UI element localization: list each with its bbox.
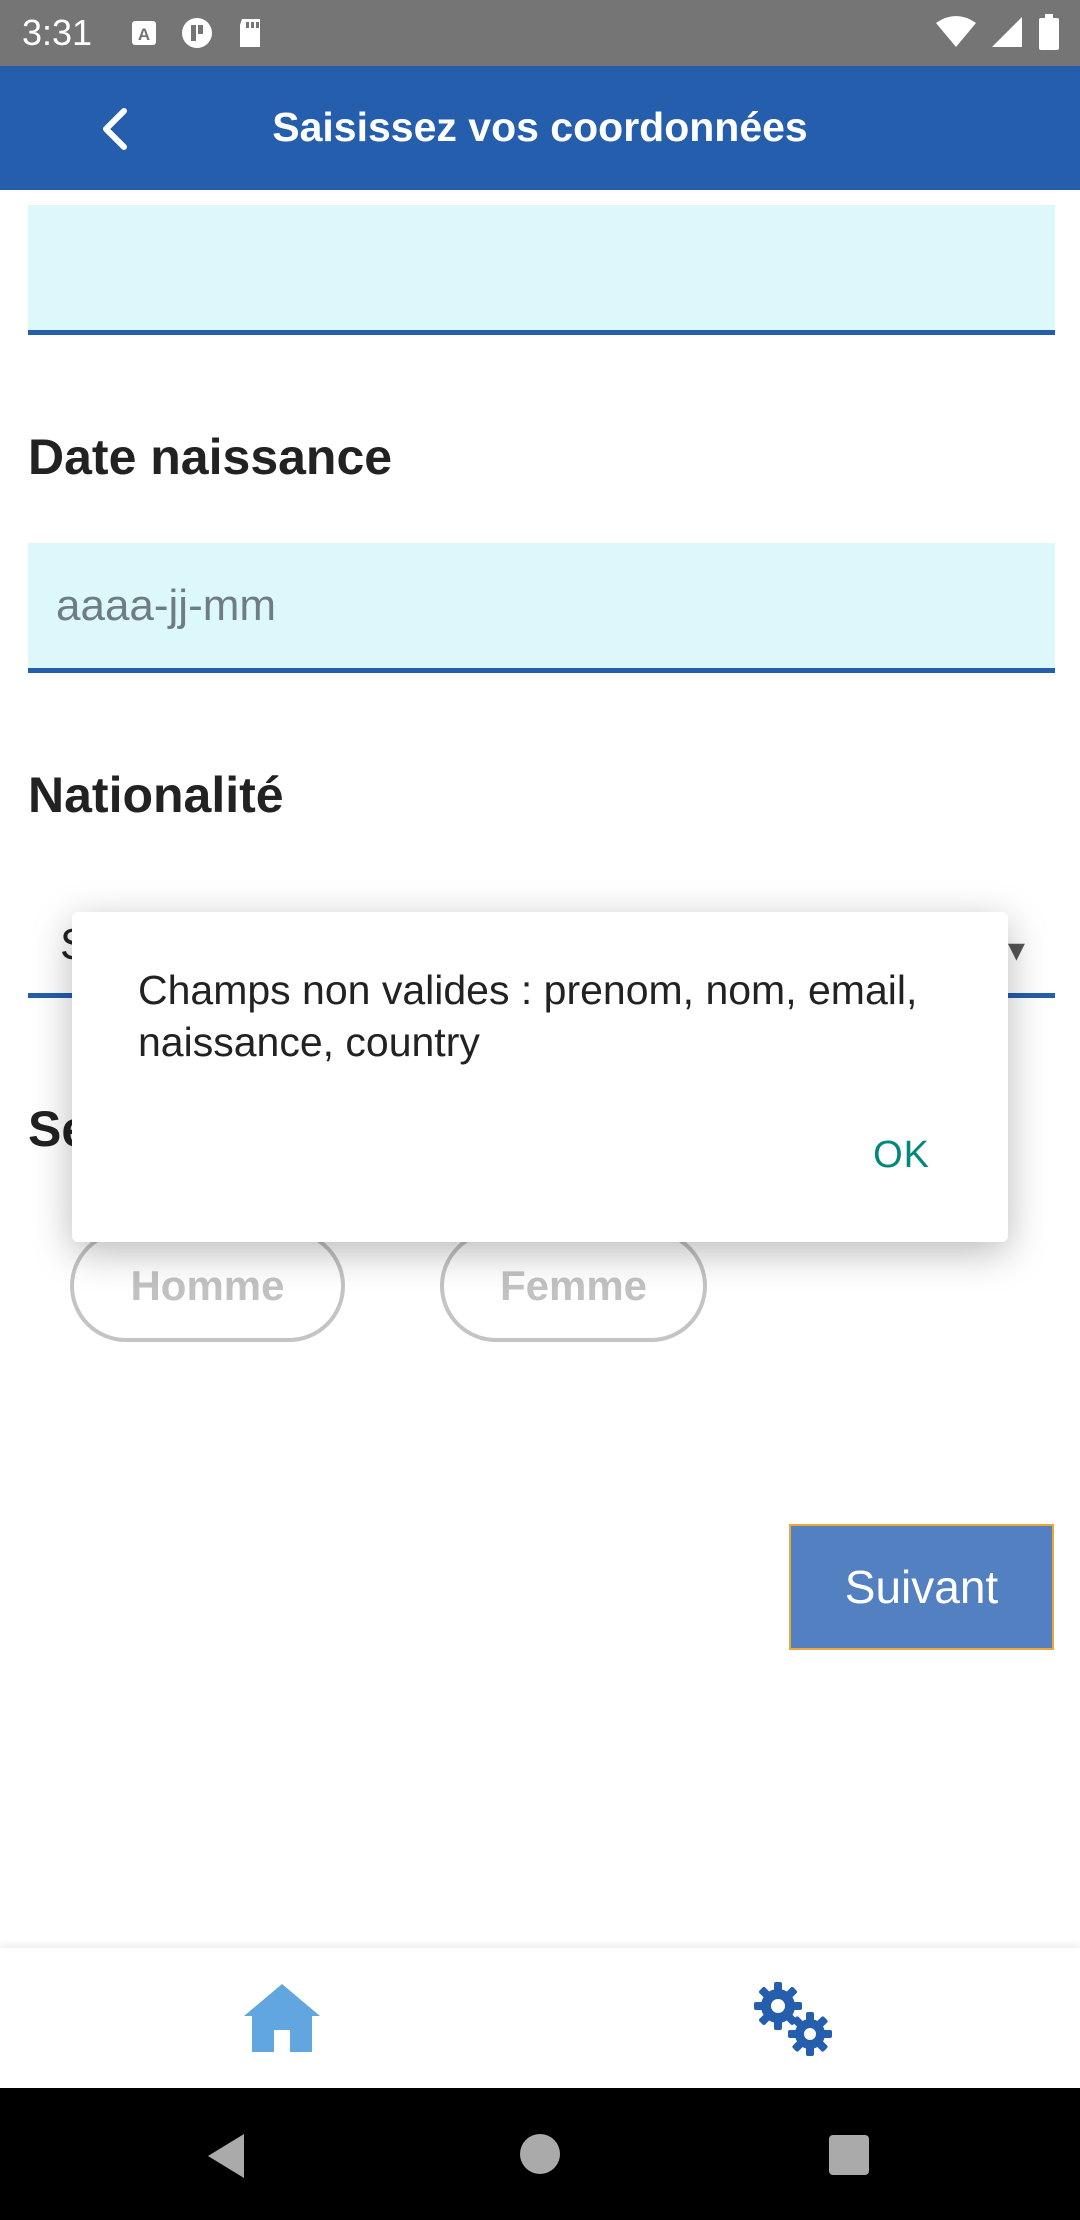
back-triangle-icon[interactable] <box>204 2132 248 2180</box>
notification-icons: A <box>130 16 264 50</box>
date-label: Date naissance <box>28 429 393 485</box>
top-input[interactable] <box>28 205 1055 330</box>
home-icon <box>244 1984 320 2052</box>
date-input[interactable] <box>28 543 1055 668</box>
nationality-label: Nationalité <box>28 767 284 823</box>
top-text-field[interactable] <box>28 205 1055 335</box>
alert-dialog: Champs non valides : prenom, nom, email,… <box>72 912 1008 1242</box>
gears-icon <box>754 1982 832 2056</box>
homme-button[interactable]: Homme <box>70 1230 345 1342</box>
wifi-icon <box>936 16 976 47</box>
app-notification-icon <box>182 18 212 48</box>
page-title: Saisissez vos coordonnées <box>272 104 808 150</box>
system-status-icons <box>936 14 1060 50</box>
ok-button[interactable]: OK <box>873 1134 930 1177</box>
a-notification-icon: A <box>132 21 156 45</box>
app-bar: Saisissez vos coordonnées <box>0 66 1080 190</box>
nav-home-button[interactable] <box>240 1976 324 2060</box>
date-field[interactable] <box>28 543 1055 673</box>
bottom-navigation <box>0 1948 1080 2088</box>
recent-apps-icon[interactable] <box>829 2135 869 2175</box>
dialog-message: Champs non valides : prenom, nom, email,… <box>138 967 918 1065</box>
status-bar: 3:31 A <box>0 0 1080 66</box>
nav-settings-button[interactable] <box>748 1976 838 2060</box>
system-navigation-bar <box>0 2088 1080 2220</box>
chevron-down-icon: ▾ <box>1007 931 1025 969</box>
battery-icon <box>1039 14 1059 50</box>
signal-icon <box>992 17 1022 47</box>
status-time: 3:31 <box>22 12 93 53</box>
sd-card-icon <box>240 19 260 47</box>
svg-text:A: A <box>138 25 150 44</box>
femme-button[interactable]: Femme <box>440 1230 707 1342</box>
next-button[interactable]: Suivant <box>789 1524 1054 1650</box>
home-circle-icon[interactable] <box>520 2134 560 2174</box>
